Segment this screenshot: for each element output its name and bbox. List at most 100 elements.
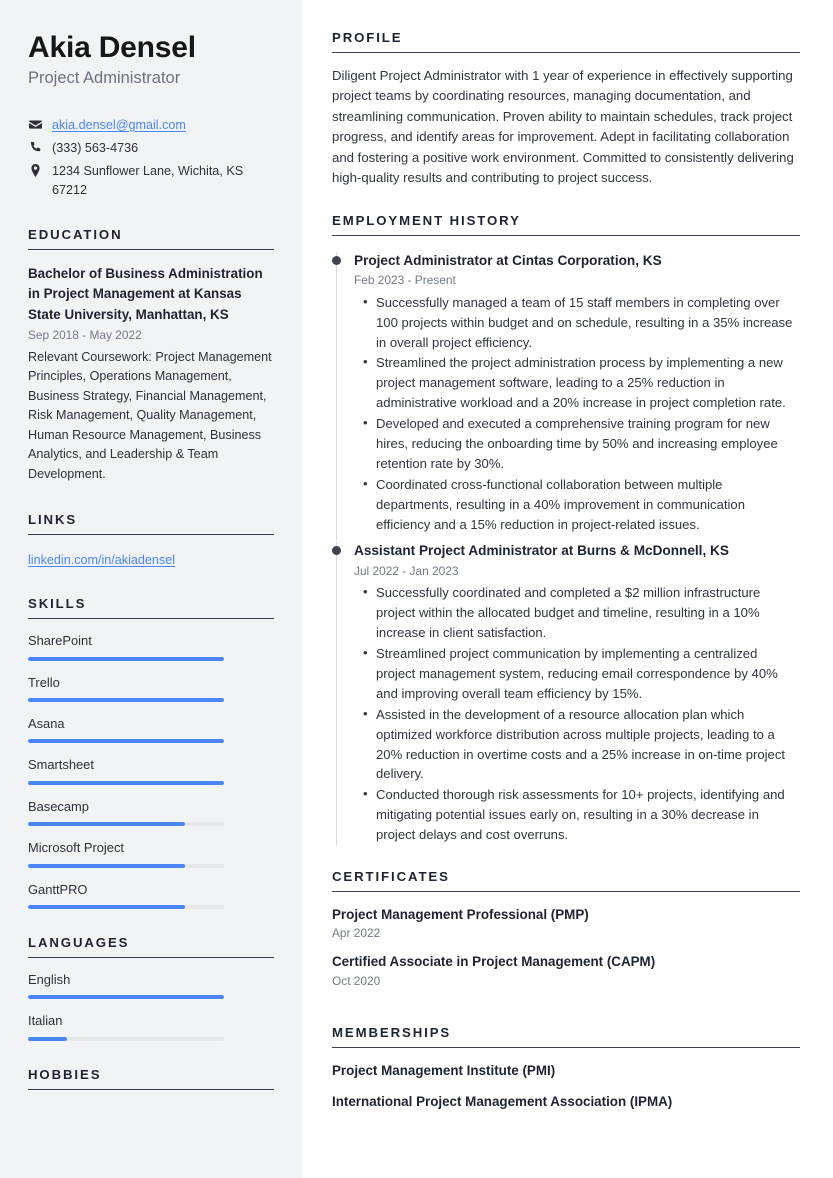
contact-phone-row: (333) 563-4736 xyxy=(28,139,274,157)
certificates-list: Project Management Professional (PMP) Ap… xyxy=(332,906,800,989)
language-bar-track xyxy=(28,1036,224,1041)
contact-block: akia.densel@gmail.com (333) 563-4736 123… xyxy=(28,116,274,199)
links-list: linkedin.com/in/akiadensel xyxy=(28,551,274,570)
membership-title: Project Management Institute (PMI) xyxy=(332,1063,556,1079)
membership-item: International Project Management Associa… xyxy=(332,1093,800,1112)
jobs-list: Project Administrator at Cintas Corporat… xyxy=(332,251,800,845)
job-bullet: Conducted thorough risk assessments for … xyxy=(363,784,800,845)
skill-bar-fill xyxy=(28,780,224,785)
skill-bar-track xyxy=(28,905,224,910)
skill-label: GanttPRO xyxy=(28,881,88,897)
certificate-item: Project Management Professional (PMP) Ap… xyxy=(332,906,800,942)
job-bullet: Streamlined the project administration p… xyxy=(363,352,800,413)
skill-row: GanttPRO xyxy=(28,881,274,910)
skill-label: Basecamp xyxy=(28,798,89,814)
job-entry: Assistant Project Administrator at Burns… xyxy=(332,542,800,845)
sidebar: Akia Densel Project Administrator akia.d… xyxy=(0,0,302,1178)
contact-phone-text: (333) 563-4736 xyxy=(52,141,139,156)
education-degree: Bachelor of Business Administration in P… xyxy=(28,265,263,322)
job-bullet: Developed and executed a comprehensive t… xyxy=(363,413,800,474)
skill-row: Microsoft Project xyxy=(28,839,274,868)
job-date: Feb 2023 - Present xyxy=(354,273,456,288)
skill-bar-fill xyxy=(28,739,224,744)
job-title: Project Administrator at Cintas Corporat… xyxy=(354,252,662,268)
skill-row: Basecamp xyxy=(28,798,274,827)
skill-row: Asana xyxy=(28,715,274,744)
skills-heading: SKILLS xyxy=(28,596,274,620)
education-description: Relevant Coursework: Project Management … xyxy=(28,349,272,481)
contact-address-row: 1234 Sunflower Lane, Wichita, KS 67212 xyxy=(28,162,274,199)
contact-address-text: 1234 Sunflower Lane, Wichita, KS 67212 xyxy=(52,164,244,197)
skill-bar-fill xyxy=(28,697,224,702)
job-bullet: Successfully coordinated and completed a… xyxy=(363,582,800,643)
candidate-name: Akia Densel xyxy=(28,31,196,64)
memberships-heading: MEMBERSHIPS xyxy=(332,1025,800,1049)
language-bar-track xyxy=(28,995,224,1000)
skill-label: Microsoft Project xyxy=(28,840,124,856)
profile-text: Diligent Project Administrator with 1 ye… xyxy=(332,68,794,186)
skill-bar-track xyxy=(28,697,224,702)
language-row: English xyxy=(28,971,274,1000)
skill-bar-track xyxy=(28,739,224,744)
language-bar-fill xyxy=(28,995,224,1000)
main-column: PROFILE Diligent Project Administrator w… xyxy=(302,0,833,1178)
section-certificates: CERTIFICATES Project Management Professi… xyxy=(332,869,800,989)
job-title: Assistant Project Administrator at Burns… xyxy=(354,543,729,559)
email-link[interactable]: akia.densel@gmail.com xyxy=(52,118,186,132)
resume-document: Akia Densel Project Administrator akia.d… xyxy=(0,0,833,1178)
linkedin-link[interactable]: linkedin.com/in/akiadensel xyxy=(28,553,175,567)
certificate-title: Project Management Professional (PMP) xyxy=(332,906,589,922)
skills-list: SharePoint Trello Asana Smartsheet Basec… xyxy=(28,632,274,910)
section-education: EDUCATION Bachelor of Business Administr… xyxy=(28,227,274,484)
certificate-date: Apr 2022 xyxy=(332,926,381,941)
certificate-date: Oct 2020 xyxy=(332,973,381,988)
skill-label: SharePoint xyxy=(28,633,92,649)
skill-bar-track xyxy=(28,656,224,661)
job-bullets: Successfully managed a team of 15 staff … xyxy=(354,292,800,535)
profile-heading: PROFILE xyxy=(332,30,800,53)
section-languages: LANGUAGES English Italian xyxy=(28,935,274,1041)
employment-heading: EMPLOYMENT HISTORY xyxy=(332,213,800,236)
contact-email-row: akia.densel@gmail.com xyxy=(28,116,274,134)
languages-list: English Italian xyxy=(28,971,274,1041)
job-bullet: Successfully managed a team of 15 staff … xyxy=(363,292,800,353)
timeline-dot-icon xyxy=(332,255,341,265)
certificate-item: Certified Associate in Project Managemen… xyxy=(332,953,800,989)
skill-bar-fill xyxy=(28,905,185,910)
phone-icon xyxy=(28,139,43,154)
skill-bar-track xyxy=(28,780,224,785)
education-date: Sep 2018 - May 2022 xyxy=(28,327,142,342)
skill-label: Smartsheet xyxy=(28,757,94,773)
links-heading: LINKS xyxy=(28,512,274,536)
job-bullet: Streamlined project communication by imp… xyxy=(363,643,800,704)
name-block: Akia Densel Project Administrator xyxy=(28,30,274,90)
hobbies-heading: HOBBIES xyxy=(28,1067,274,1090)
section-employment-history: EMPLOYMENT HISTORY Project Administrator… xyxy=(332,213,800,845)
timeline-dot-icon xyxy=(332,546,341,556)
membership-title: International Project Management Associa… xyxy=(332,1093,673,1109)
education-heading: EDUCATION xyxy=(28,227,274,250)
skill-bar-fill xyxy=(28,822,185,827)
job-bullet: Assisted in the development of a resourc… xyxy=(363,704,800,785)
memberships-list: Project Management Institute (PMI) Inter… xyxy=(332,1062,800,1111)
section-skills: SKILLS SharePoint Trello Asana Smartshee… xyxy=(28,596,274,910)
language-label: Italian xyxy=(28,1013,63,1029)
candidate-job-title: Project Administrator xyxy=(28,69,181,88)
job-bullets: Successfully coordinated and completed a… xyxy=(354,582,800,845)
certificates-heading: CERTIFICATES xyxy=(332,869,800,892)
section-links: LINKS linkedin.com/in/akiadensel xyxy=(28,512,274,570)
education-item: Bachelor of Business Administration in P… xyxy=(28,264,274,484)
job-date: Jul 2022 - Jan 2023 xyxy=(354,563,459,578)
section-hobbies: HOBBIES xyxy=(28,1067,274,1090)
skill-bar-fill xyxy=(28,863,185,868)
language-bar-fill xyxy=(28,1036,68,1041)
section-memberships: MEMBERSHIPS Project Management Institute… xyxy=(332,1025,800,1111)
job-bullet: Coordinated cross-functional collaborati… xyxy=(363,474,800,535)
languages-heading: LANGUAGES xyxy=(28,935,274,959)
skill-bar-fill xyxy=(28,656,224,661)
language-row: Italian xyxy=(28,1012,274,1041)
skill-bar-track xyxy=(28,822,224,827)
language-label: English xyxy=(28,972,71,988)
section-profile: PROFILE Diligent Project Administrator w… xyxy=(332,30,800,189)
skill-row: Trello xyxy=(28,674,274,702)
